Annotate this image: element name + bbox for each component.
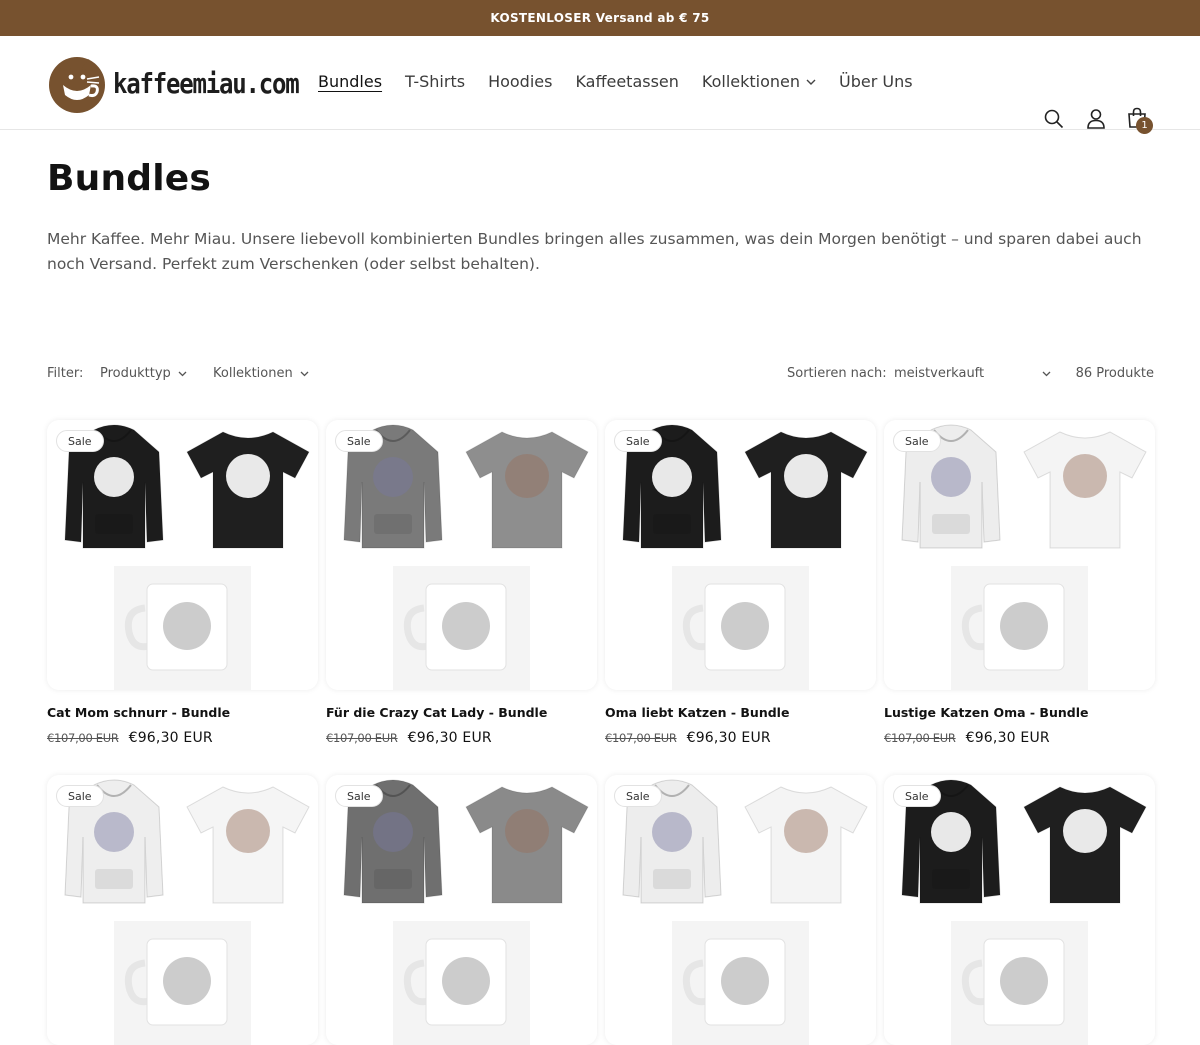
product-title[interactable]: Oma liebt Katzen - Bundle <box>605 705 789 720</box>
nav-item-kollektionen[interactable]: Kollektionen <box>702 72 816 91</box>
search-icon[interactable] <box>1044 109 1064 129</box>
mug-image <box>403 938 507 1026</box>
mug-image <box>124 938 228 1026</box>
sale-badge: Sale <box>335 430 383 452</box>
tshirt-image <box>744 786 868 904</box>
filter-kollektionen-label: Kollektionen <box>213 366 293 381</box>
mug-image <box>961 938 1065 1026</box>
product-title[interactable]: Lustige Katzen Oma - Bundle <box>884 705 1088 720</box>
product-image[interactable]: Sale <box>47 775 318 1045</box>
price-row: €107,00 EUR €96,30 EUR <box>326 730 492 746</box>
regular-price: €107,00 EUR <box>47 731 119 745</box>
cart-button[interactable]: 1 <box>1127 107 1153 134</box>
price-row: €107,00 EUR €96,30 EUR <box>884 730 1050 746</box>
product-count: 86 Produkte <box>1075 366 1154 381</box>
nav-label: Über Uns <box>839 72 913 91</box>
sale-price: €96,30 EUR <box>128 730 213 746</box>
price-row: €107,00 EUR €96,30 EUR <box>47 730 213 746</box>
announcement-text: KOSTENLOSER Versand ab € 75 <box>490 11 710 25</box>
regular-price: €107,00 EUR <box>884 731 956 745</box>
tshirt-image <box>1023 786 1147 904</box>
chevron-down-icon <box>178 371 187 376</box>
chevron-down-icon <box>806 79 816 85</box>
sale-badge: Sale <box>614 785 662 807</box>
announcement-bar: KOSTENLOSER Versand ab € 75 <box>0 0 1200 36</box>
product-image[interactable]: Sale <box>326 420 597 690</box>
nav-item-kaffeetassen[interactable]: Kaffeetassen <box>575 72 678 91</box>
sale-badge: Sale <box>335 785 383 807</box>
product-image[interactable]: Sale <box>884 420 1155 690</box>
account-icon[interactable] <box>1086 108 1106 129</box>
tshirt-image <box>744 431 868 549</box>
nav-item-ueber-uns[interactable]: Über Uns <box>839 72 913 91</box>
nav-label: Kollektionen <box>701 72 801 91</box>
filter-kollektionen[interactable]: Kollektionen <box>213 366 309 381</box>
filter-produkttyp[interactable]: Produkttyp <box>100 366 187 381</box>
sale-badge: Sale <box>56 785 104 807</box>
product-image[interactable]: Sale <box>605 420 876 690</box>
sale-price: €96,30 EUR <box>407 730 492 746</box>
mug-image <box>682 583 786 671</box>
regular-price: €107,00 EUR <box>326 731 398 745</box>
filter-produkttyp-label: Produkttyp <box>100 366 171 381</box>
nav-label: T-Shirts <box>405 72 466 91</box>
collection-description: Mehr Kaffee. Mehr Miau. Unsere liebevoll… <box>47 230 1142 273</box>
chevron-down-icon <box>300 371 309 376</box>
sale-badge: Sale <box>56 430 104 452</box>
tshirt-image <box>465 786 589 904</box>
filter-bar: Filter: Produkttyp Kollektionen Sortiere… <box>47 366 1154 384</box>
sale-badge: Sale <box>893 430 941 452</box>
site-header: kaffeemiau.com Bundles T-Shirts Hoodies … <box>0 36 1200 134</box>
sort-value: meistverkauft <box>894 366 985 381</box>
product-image[interactable]: Sale <box>47 420 318 690</box>
regular-price: €107,00 EUR <box>605 731 677 745</box>
nav-label: Hoodies <box>488 72 553 91</box>
mug-image <box>403 583 507 671</box>
chevron-down-icon <box>1042 371 1051 376</box>
price-row: €107,00 EUR €96,30 EUR <box>605 730 771 746</box>
brand-logo[interactable]: kaffeemiau.com <box>47 55 300 113</box>
mug-image <box>124 583 228 671</box>
nav-label: Kaffeetassen <box>575 72 679 91</box>
cart-count-badge: 1 <box>1136 117 1153 134</box>
product-image[interactable]: Sale <box>605 775 876 1045</box>
brand-name: kaffeemiau.com <box>113 67 300 101</box>
product-title[interactable]: Für die Crazy Cat Lady - Bundle <box>326 705 547 720</box>
sale-badge: Sale <box>893 785 941 807</box>
nav-label: Bundles <box>318 72 383 91</box>
product-image[interactable]: Sale <box>326 775 597 1045</box>
sale-badge: Sale <box>614 430 662 452</box>
mug-image <box>682 938 786 1026</box>
logo-cat-cup-icon <box>49 57 105 113</box>
product-image[interactable]: Sale <box>884 775 1155 1045</box>
tshirt-image <box>186 431 310 549</box>
product-title[interactable]: Cat Mom schnurr - Bundle <box>47 705 230 720</box>
sale-price: €96,30 EUR <box>965 730 1050 746</box>
tshirt-image <box>465 431 589 549</box>
sort-select[interactable]: meistverkauft <box>894 366 1051 381</box>
sort-label: Sortieren nach: <box>787 366 887 381</box>
main-nav: Bundles T-Shirts Hoodies Kaffeetassen Ko… <box>318 72 936 91</box>
nav-item-bundles[interactable]: Bundles <box>318 72 382 91</box>
tshirt-image <box>186 786 310 904</box>
mug-image <box>961 583 1065 671</box>
sale-price: €96,30 EUR <box>686 730 771 746</box>
nav-item-tshirts[interactable]: T-Shirts <box>405 72 465 91</box>
page-title: Bundles <box>47 158 212 199</box>
nav-item-hoodies[interactable]: Hoodies <box>488 72 552 91</box>
filter-label: Filter: <box>47 366 84 381</box>
tshirt-image <box>1023 431 1147 549</box>
